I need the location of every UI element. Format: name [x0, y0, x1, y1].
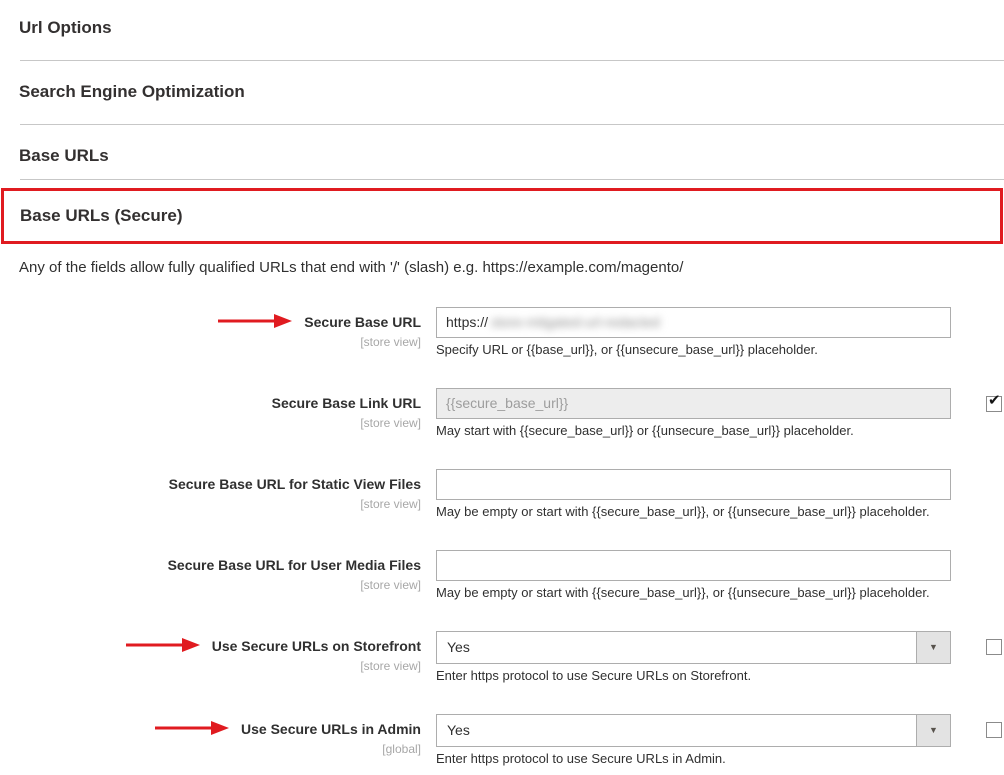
section-comment: Any of the fields allow fully qualified …	[19, 259, 1004, 276]
form-field-row: Use Secure URLs on Storefront [store vie…	[0, 631, 1004, 683]
section-header-url-options[interactable]: Url Options	[19, 18, 1004, 38]
annotation-arrow-icon	[126, 638, 212, 656]
field-label: Secure Base URL	[304, 314, 421, 330]
field-label-cell: Use Secure URLs on Storefront [store vie…	[0, 631, 421, 683]
section-divider	[20, 60, 1004, 61]
form-field-row: Secure Base URL [store view] https://sto…	[0, 307, 1004, 357]
field-note: May be empty or start with {{secure_base…	[436, 504, 951, 519]
field-value-cell: May be empty or start with {{secure_base…	[436, 469, 951, 519]
field-checkbox-cell: ✔	[986, 388, 1004, 438]
form-field-row: Secure Base Link URL [store view] {{secu…	[0, 388, 1004, 438]
input-secure-base-link-url: {{secure_base_url}}	[436, 388, 951, 419]
section-header-seo[interactable]: Search Engine Optimization	[19, 82, 1004, 102]
dropdown-arrow-icon: ▼	[929, 726, 938, 735]
field-checkbox-cell	[986, 469, 1004, 519]
field-label-cell: Secure Base URL for User Media Files [st…	[0, 550, 421, 600]
field-label: Secure Base URL for User Media Files	[168, 557, 421, 573]
field-note: Enter https protocol to use Secure URLs …	[436, 668, 951, 683]
select-value: Yes	[437, 632, 916, 663]
select-use-secure-urls-admin[interactable]: Yes ▼	[436, 714, 951, 747]
field-value-cell: May be empty or start with {{secure_base…	[436, 550, 951, 600]
dropdown-button[interactable]: ▼	[916, 632, 950, 663]
dropdown-button[interactable]: ▼	[916, 715, 950, 746]
config-page: Url Options Search Engine Optimization B…	[0, 0, 1004, 766]
select-use-secure-urls-storefront[interactable]: Yes ▼	[436, 631, 951, 664]
section-header-base-urls-secure[interactable]: Base URLs (Secure)	[20, 206, 183, 226]
dropdown-arrow-icon: ▼	[929, 643, 938, 652]
field-value-cell: Yes ▼ Enter https protocol to use Secure …	[436, 714, 951, 766]
annotation-arrow-icon	[155, 721, 241, 739]
select-value: Yes	[437, 715, 916, 746]
redacted-url-value: store-mitgated-url-redacted	[491, 314, 660, 330]
section-divider	[20, 124, 1004, 125]
field-value-cell: {{secure_base_url}} May start with {{sec…	[436, 388, 951, 438]
form-field-row: Secure Base URL for Static View Files [s…	[0, 469, 1004, 519]
field-label: Secure Base Link URL	[272, 395, 421, 411]
field-label-cell: Secure Base Link URL [store view]	[0, 388, 421, 438]
field-scope-label: [store view]	[0, 497, 421, 511]
field-value-cell: Yes ▼ Enter https protocol to use Secure …	[436, 631, 951, 683]
form-field-row: Use Secure URLs in Admin [global] Yes ▼ E…	[0, 714, 1004, 766]
input-secure-base-url[interactable]: https://store-mitgated-url-redacted	[436, 307, 951, 338]
field-value-cell: https://store-mitgated-url-redacted Spec…	[436, 307, 951, 357]
use-default-checkbox[interactable]: ✔	[986, 396, 1002, 412]
field-label: Use Secure URLs in Admin	[241, 721, 421, 737]
input-value-prefix: https://	[446, 314, 488, 330]
annotation-arrow-icon	[218, 314, 304, 332]
input-secure-base-url-media[interactable]	[436, 550, 951, 581]
input-secure-base-url-static[interactable]	[436, 469, 951, 500]
field-checkbox-cell	[986, 631, 1004, 683]
field-scope-label: [global]	[0, 742, 421, 756]
field-note: May start with {{secure_base_url}} or {{…	[436, 423, 951, 438]
use-default-checkbox[interactable]	[986, 722, 1002, 738]
field-scope-label: [store view]	[0, 578, 421, 592]
section-header-base-urls[interactable]: Base URLs	[19, 146, 1004, 166]
field-checkbox-cell	[986, 550, 1004, 600]
field-label: Use Secure URLs on Storefront	[212, 638, 421, 654]
field-label-cell: Secure Base URL [store view]	[0, 307, 421, 357]
field-scope-label: [store view]	[0, 335, 421, 349]
field-note: May be empty or start with {{secure_base…	[436, 585, 951, 600]
checkmark-icon: ✔	[988, 391, 1001, 409]
field-note: Specify URL or {{base_url}}, or {{unsecu…	[436, 342, 951, 357]
field-checkbox-cell	[986, 307, 1004, 357]
field-label-cell: Use Secure URLs in Admin [global]	[0, 714, 421, 766]
use-default-checkbox[interactable]	[986, 639, 1002, 655]
field-note: Enter https protocol to use Secure URLs …	[436, 751, 951, 766]
section-divider	[20, 179, 1004, 180]
field-label-cell: Secure Base URL for Static View Files [s…	[0, 469, 421, 519]
form-field-row: Secure Base URL for User Media Files [st…	[0, 550, 1004, 600]
field-scope-label: [store view]	[0, 659, 421, 673]
annotation-highlight-box: Base URLs (Secure)	[1, 188, 1003, 244]
field-scope-label: [store view]	[0, 416, 421, 430]
field-checkbox-cell	[986, 714, 1004, 766]
base-urls-secure-form: Secure Base URL [store view] https://sto…	[0, 307, 1004, 766]
field-label: Secure Base URL for Static View Files	[169, 476, 421, 492]
